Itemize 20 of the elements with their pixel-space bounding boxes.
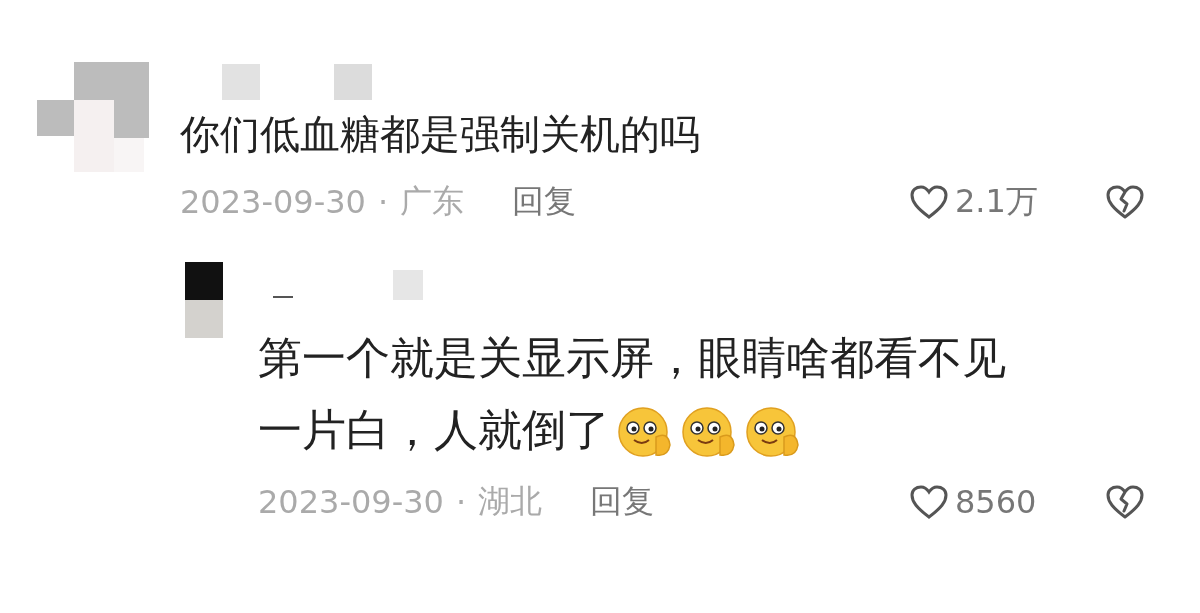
like-heart-icon[interactable]	[909, 484, 949, 520]
broken-heart-icon[interactable]	[1105, 184, 1145, 220]
emoji-icon	[744, 407, 802, 459]
emoji-icon	[616, 407, 674, 459]
like-heart-icon[interactable]	[909, 184, 949, 220]
reply-link[interactable]: 回复	[590, 480, 655, 524]
comment-text: 第一个就是关显示屏，眼睛啥都看不见一片白，人就倒了	[258, 322, 1028, 466]
like-count: 8560	[955, 483, 1038, 521]
separator-dot: ·	[377, 183, 389, 221]
broken-heart-icon[interactable]	[1105, 484, 1145, 520]
comment-date: 2023-09-30	[258, 483, 444, 521]
reply-link[interactable]: 回复	[512, 180, 577, 224]
comment-date: 2023-09-30	[180, 183, 366, 221]
like-count: 2.1万	[955, 181, 1039, 222]
separator-dot: ·	[455, 483, 467, 521]
emoji-icon	[680, 407, 738, 459]
comment-text: 你们低血糖都是强制关机的吗	[180, 111, 700, 157]
comment-location: 广东	[400, 181, 465, 222]
avatar[interactable]	[185, 262, 223, 338]
comment-location: 湖北	[478, 481, 543, 522]
